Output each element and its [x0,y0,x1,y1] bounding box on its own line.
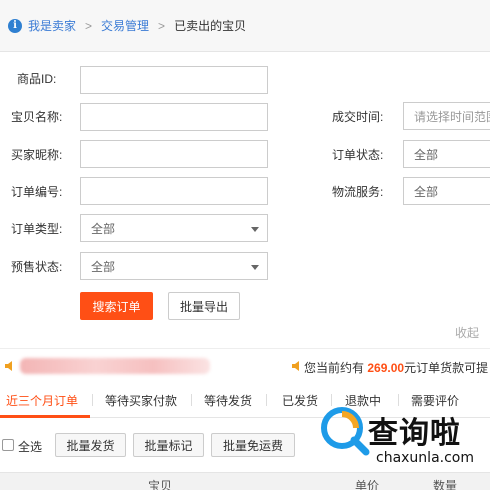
info-icon: i [8,18,22,33]
presale-value: 全部 [91,259,116,274]
tab-shipped[interactable]: 已发货 [282,382,318,418]
active-tab-indicator [0,415,90,418]
tab-recent-3-months[interactable]: 近三个月订单 [6,382,78,418]
speaker-icon [292,361,299,371]
title-input[interactable] [80,103,268,131]
order-no-input[interactable] [80,177,268,205]
product-id-label: 商品ID: [17,72,57,86]
breadcrumb-separator: > [85,18,93,33]
batch-export-button[interactable]: 批量导出 [168,292,240,320]
breadcrumb-current: 已卖出的宝贝 [174,19,247,33]
order-search-form: 商品ID: 宝贝名称: 买家昵称: 订单编号: 订单类型: 全部 预售状态: 全… [0,52,490,348]
product-id-input[interactable] [80,66,268,94]
breadcrumb: i 我是卖家 > 交易管理 > 已卖出的宝贝 [0,0,490,52]
order-no-label: 订单编号: [11,185,63,199]
breadcrumb-separator: > [158,18,166,33]
column-header-quantity: 数量 [433,479,458,490]
search-orders-button[interactable]: 搜索订单 [80,292,153,320]
logistics-value: 全部 [414,184,439,199]
deal-time-label: 成交时间: [332,110,384,124]
column-header-price: 单价 [355,479,380,490]
buyer-label: 买家昵称: [11,148,63,162]
title-label: 宝贝名称: [11,110,63,124]
payout-notice: 您当前约有 269.00元订单货款可提 [304,359,488,376]
magnifier-logo-icon [321,407,370,456]
select-all-checkbox[interactable] [2,439,14,451]
order-status-value: 全部 [414,147,439,162]
tab-awaiting-payment[interactable]: 等待买家付款 [105,382,177,418]
buyer-input[interactable] [80,140,268,168]
collapse-link[interactable]: 收起 [455,324,479,341]
speaker-icon [5,361,12,371]
order-type-label: 订单类型: [11,222,63,236]
tab-divider [266,394,267,406]
payout-prefix: 您当前约有 [304,361,365,375]
payout-suffix: 元订单货款可提 [404,361,489,375]
order-table-header: 宝贝 单价 数量 [0,472,490,490]
chevron-down-icon [251,227,259,232]
batch-free-shipping-button[interactable]: 批量免运费 [211,433,295,457]
logistics-label: 物流服务: [332,185,384,199]
presale-select[interactable]: 全部 [80,252,268,280]
watermark-logo: 查询啦 chaxunla.com [318,402,490,474]
payout-amount: 269.00 [367,361,405,375]
order-type-select[interactable]: 全部 [80,214,268,242]
tab-divider [92,394,93,406]
batch-ship-button[interactable]: 批量发货 [55,433,126,457]
redacted-notice [20,358,210,374]
logistics-select[interactable]: 全部 [403,177,490,205]
batch-mark-button[interactable]: 批量标记 [133,433,204,457]
tab-awaiting-shipment[interactable]: 等待发货 [204,382,252,418]
column-header-item: 宝贝 [148,479,173,490]
presale-label: 预售状态: [11,260,63,274]
tab-divider [191,394,192,406]
chevron-down-icon [251,265,259,270]
notice-bar: 您当前约有 269.00元订单货款可提 [0,348,490,382]
breadcrumb-link-trade[interactable]: 交易管理 [101,17,149,34]
select-all-label: 全选 [18,440,43,454]
order-status-select[interactable]: 全部 [403,140,490,168]
deal-time-input[interactable]: 请选择时间范围 [403,102,490,130]
watermark-text: 查询啦 [368,416,461,451]
order-status-label: 订单状态: [332,148,384,162]
watermark-url: chaxunla.com [376,450,474,466]
order-type-value: 全部 [91,221,116,236]
breadcrumb-link-seller[interactable]: 我是卖家 [28,17,76,34]
